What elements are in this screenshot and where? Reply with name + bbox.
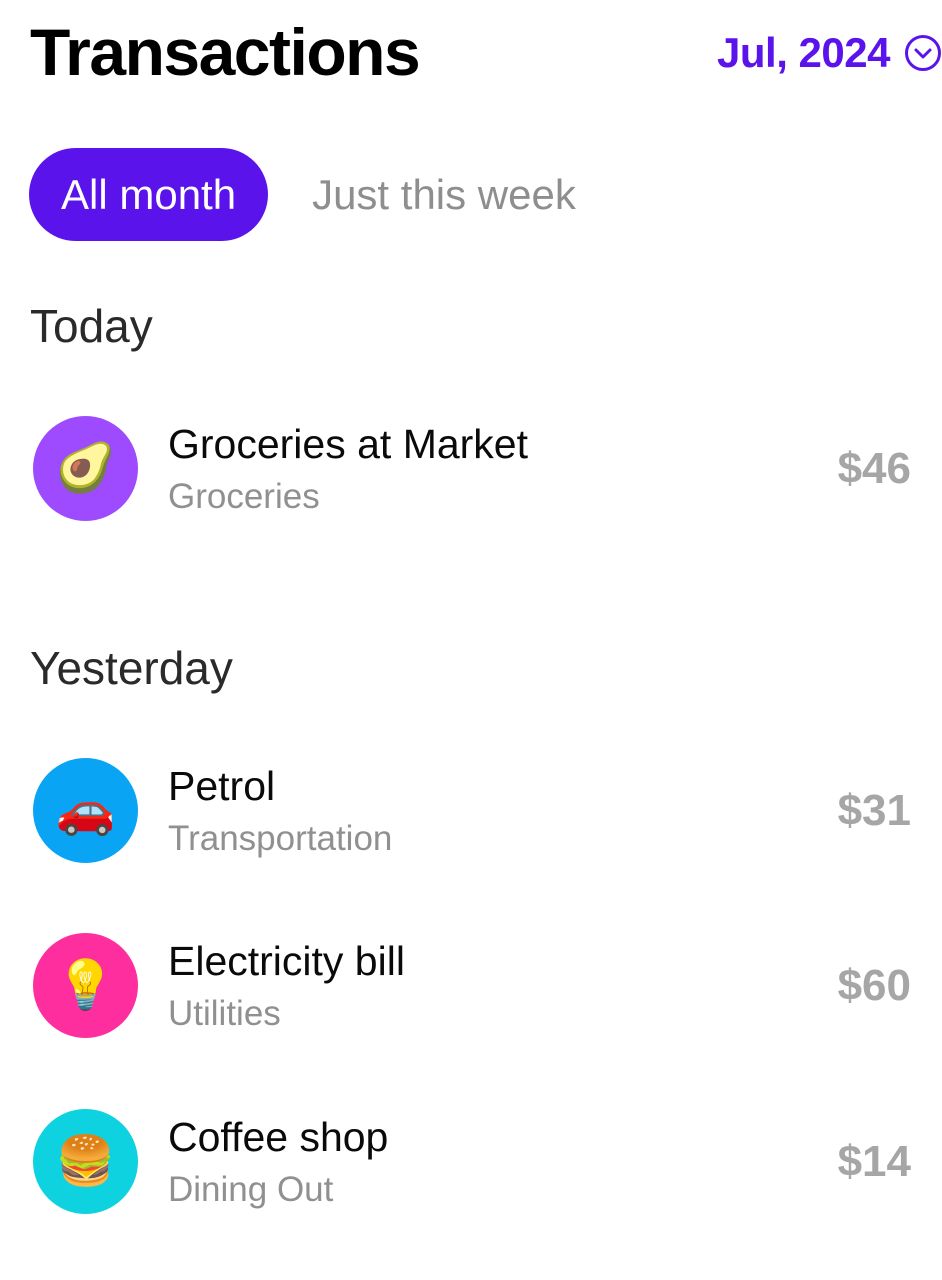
transactions-screen: Transactions Jul, 2024 All month Just th…	[0, 0, 942, 1280]
transaction-category: Utilities	[168, 994, 281, 1033]
car-icon: 🚗	[33, 758, 138, 863]
chevron-down-circle-icon	[904, 34, 942, 72]
section-label-today: Today	[30, 300, 153, 352]
period-filter: All month Just this week	[29, 148, 576, 241]
filter-all-month-button[interactable]: All month	[29, 148, 269, 241]
light-bulb-icon: 💡	[33, 933, 138, 1038]
transaction-category: Transportation	[168, 819, 393, 858]
transaction-name: Coffee shop	[168, 1114, 389, 1160]
transaction-amount: $46	[837, 444, 911, 493]
transaction-category: Groceries	[168, 477, 320, 516]
transaction-amount: $60	[837, 961, 911, 1010]
month-label: Jul, 2024	[717, 29, 890, 76]
filter-this-week-button[interactable]: Just this week	[312, 148, 576, 241]
transaction-row[interactable]: 🥑 Groceries at Market Groceries $46	[33, 416, 911, 522]
transaction-name: Groceries at Market	[168, 421, 528, 467]
avocado-icon: 🥑	[33, 416, 138, 521]
transaction-name: Electricity bill	[168, 938, 405, 984]
transaction-amount: $14	[837, 1137, 911, 1186]
section-label-yesterday: Yesterday	[30, 642, 233, 694]
month-picker[interactable]: Jul, 2024	[717, 24, 942, 82]
burger-icon: 🍔	[33, 1109, 138, 1214]
transaction-row[interactable]: 💡 Electricity bill Utilities $60	[33, 933, 911, 1039]
transaction-category: Dining Out	[168, 1170, 334, 1209]
transaction-amount: $31	[837, 786, 911, 835]
transaction-row[interactable]: 🍔 Coffee shop Dining Out $14	[33, 1109, 911, 1215]
transaction-row[interactable]: 🚗 Petrol Transportation $31	[33, 758, 911, 864]
page-title: Transactions	[30, 15, 421, 89]
transaction-name: Petrol	[168, 763, 276, 809]
